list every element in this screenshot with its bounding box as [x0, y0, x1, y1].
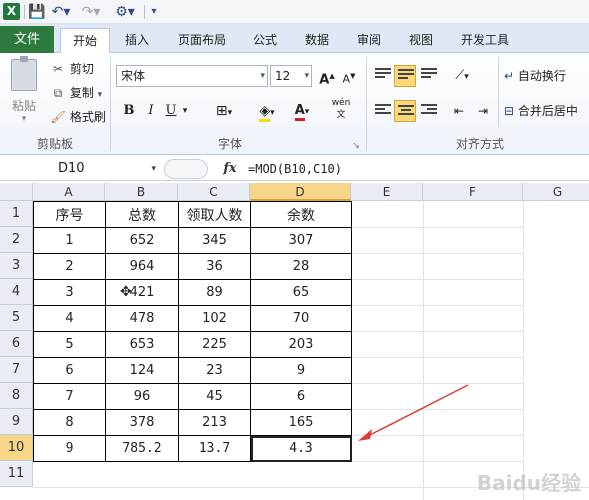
chevron-down-icon: ▾ [21, 114, 27, 124]
copy-button[interactable]: ⧉ 复制 ▾ [50, 83, 103, 103]
font-color-icon: A [294, 103, 305, 121]
font-group-label: 字体 [217, 137, 242, 151]
arrow-shaft [365, 384, 469, 438]
merge-icon: ⊟ [504, 104, 515, 118]
name-box-value: D10 [58, 161, 85, 176]
align-center-icon[interactable] [394, 100, 416, 122]
merge-center-label: 合并后居中 [517, 104, 578, 118]
customize-toolbar-dropdown-icon[interactable]: ▾ [148, 3, 160, 21]
tab-data[interactable]: 数据 [296, 28, 338, 53]
tab-developer[interactable]: 开发工具 [452, 28, 518, 53]
font-color-button[interactable]: A▾ [288, 100, 316, 122]
wrap-text-button[interactable]: ↵ 自动换行 [504, 65, 588, 87]
tab-insert[interactable]: 插入 [113, 28, 161, 53]
chevron-down-icon: ▾ [304, 71, 309, 81]
alignment-group-label: 对齐方式 [455, 137, 504, 151]
font-name-value: 宋体 [121, 69, 146, 83]
italic-button[interactable]: I [143, 100, 159, 122]
group-divider [498, 57, 499, 127]
increase-indent-icon[interactable]: ⇥ [472, 100, 494, 122]
red-arrow-annotation [358, 384, 469, 441]
group-divider [110, 57, 111, 151]
format-painter-label: 格式刷 [69, 110, 106, 124]
bold-button[interactable]: B [120, 100, 138, 122]
align-right-icon[interactable] [418, 100, 440, 122]
insert-function-icon[interactable]: fx [216, 159, 244, 179]
name-box[interactable]: D10 ▾ [0, 159, 160, 179]
redo-icon[interactable]: ↷▾ [80, 3, 102, 21]
customize-tool-icon[interactable]: ⚙▾ [112, 3, 138, 21]
toolbar-divider [24, 5, 25, 19]
decrease-indent-icon[interactable]: ⇤ [448, 100, 470, 122]
brush-icon: 🖌 [50, 110, 66, 124]
formula-bar: D10 ▾ fx =MOD(B10,C10) [0, 157, 589, 181]
align-left-icon[interactable] [372, 100, 394, 122]
arrow-head [358, 429, 372, 441]
undo-icon[interactable]: ↶▾ [50, 3, 72, 21]
save-icon[interactable]: 💾 [28, 3, 46, 21]
cut-button[interactable]: ✂ 剪切 [50, 59, 94, 79]
formula-input[interactable]: =MOD(B10,C10) [248, 159, 342, 179]
tab-file[interactable]: 文件 [0, 26, 54, 53]
borders-icon[interactable]: ⊞▾ [210, 100, 238, 122]
formula-bar-divider[interactable] [164, 159, 208, 179]
scissors-icon: ✂ [52, 62, 64, 76]
align-top-icon[interactable] [372, 65, 394, 87]
tab-formulas[interactable]: 公式 [244, 28, 286, 53]
font-size-value: 12 [275, 69, 291, 83]
underline-button[interactable]: U [163, 100, 179, 122]
copy-icon: ⧉ [53, 86, 63, 100]
dialog-launcher-icon[interactable]: ↘ [350, 135, 362, 157]
worksheet-grid[interactable]: A B C D E F G 1 2 3 4 5 6 7 8 9 10 11 序号… [0, 183, 589, 500]
fill-color-icon[interactable]: ◈▾ [252, 100, 282, 122]
wrap-text-icon: ↵ [504, 69, 515, 83]
font-size-select[interactable]: 12 ▾ [270, 65, 312, 87]
align-middle-icon[interactable] [394, 65, 416, 87]
ribbon-tabs: 文件 开始 插入 页面布局 公式 数据 审阅 视图 开发工具 [0, 24, 589, 54]
ribbon-home: 粘贴 ▾ ✂ 剪切 ⧉ 复制 ▾ 🖌 格式刷 剪贴板 宋体 ▾ 12 ▾ A▲ … [0, 53, 589, 155]
cut-label: 剪切 [69, 62, 94, 76]
chevron-down-icon: ▾ [151, 164, 156, 174]
clipboard-group-label: 剪贴板 [36, 137, 73, 151]
paste-label: 粘贴 [11, 99, 36, 113]
align-bottom-icon[interactable] [418, 65, 440, 87]
merge-center-button[interactable]: ⊟ 合并后居中 [504, 100, 589, 122]
watermark-logo: Baidu经验 [476, 471, 581, 495]
tab-review[interactable]: 审阅 [348, 28, 390, 53]
toolbar-divider [144, 5, 145, 19]
font-name-select[interactable]: 宋体 ▾ [116, 65, 268, 87]
phonetic-guide-icon[interactable]: wén 文 [326, 97, 356, 120]
chevron-down-icon: ▾ [260, 71, 265, 81]
format-painter-button[interactable]: 🖌 格式刷 [50, 107, 106, 127]
excel-logo-icon[interactable]: X [3, 3, 20, 20]
orientation-icon[interactable]: ⟋▾ [448, 65, 476, 87]
copy-label: 复制 [69, 86, 94, 100]
paste-icon [11, 56, 37, 91]
phonetic-label: wén [331, 98, 351, 108]
chevron-down-icon[interactable]: ▾ [180, 100, 190, 122]
tab-view[interactable]: 视图 [400, 28, 442, 53]
chevron-down-icon: ▾ [97, 90, 103, 100]
shrink-font-icon[interactable]: A▼ [340, 65, 358, 87]
tab-page-layout[interactable]: 页面布局 [170, 28, 234, 53]
paste-button[interactable]: 粘贴 ▾ [6, 56, 42, 129]
group-divider [366, 57, 367, 151]
wrap-text-label: 自动换行 [517, 69, 566, 83]
quick-access-toolbar: X 💾 ↶▾ ↷▾ ⚙▾ ▾ [0, 0, 589, 24]
grow-font-icon[interactable]: A▲ [318, 65, 336, 87]
tab-home[interactable]: 开始 [60, 28, 110, 54]
